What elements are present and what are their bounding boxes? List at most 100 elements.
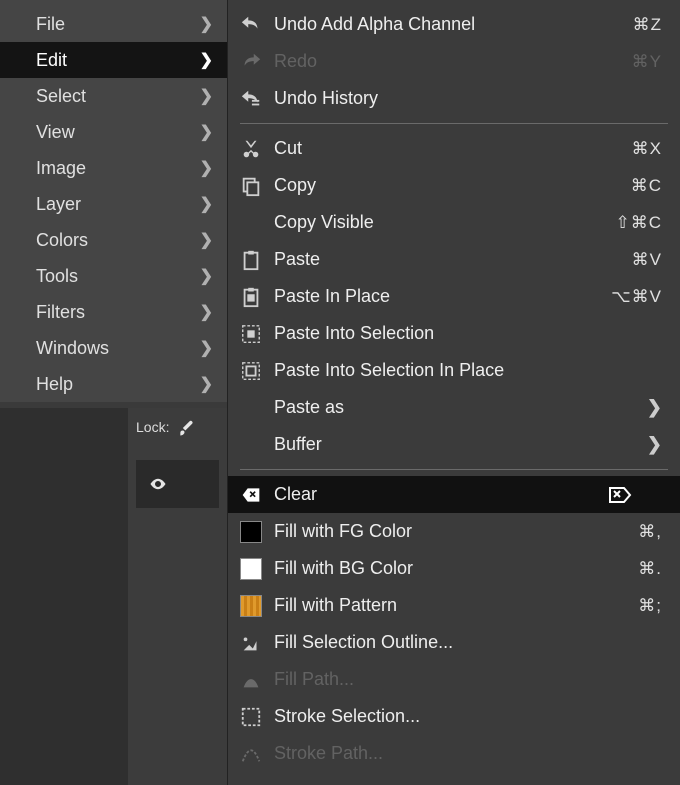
menu-select[interactable]: Select ❯ xyxy=(0,78,227,114)
submenu-paste-in-place[interactable]: Paste In Place ⌥⌘V xyxy=(228,278,680,315)
layers-panel: Lock: xyxy=(128,408,227,785)
undo-history-icon xyxy=(238,86,264,112)
submenu-fill-fg[interactable]: Fill with FG Color ⌘, xyxy=(228,513,680,550)
lock-row: Lock: xyxy=(136,414,219,440)
submenu-stroke-selection[interactable]: Stroke Selection... xyxy=(228,698,680,735)
clear-icon xyxy=(238,482,264,508)
submenu-label: Redo xyxy=(274,51,598,72)
shortcut: ⌘V xyxy=(608,250,662,270)
shortcut: ⇧⌘C xyxy=(608,213,662,233)
menu-layer[interactable]: Layer ❯ xyxy=(0,186,227,222)
submenu-label: Fill with FG Color xyxy=(274,521,598,542)
under-menubar: Lock: xyxy=(0,408,227,785)
submenu-label: Buffer xyxy=(274,434,637,455)
shortcut xyxy=(608,486,662,504)
submenu-label: Paste Into Selection xyxy=(274,323,598,344)
submenu-redo[interactable]: Redo ⌘Y xyxy=(228,43,680,80)
submenu-label: Clear xyxy=(274,484,598,505)
paste-into-selection-in-place-icon xyxy=(238,358,264,384)
submenu-label: Copy Visible xyxy=(274,212,598,233)
submenu-fill-selection-outline[interactable]: Fill Selection Outline... xyxy=(228,624,680,661)
chevron-right-icon: ❯ xyxy=(200,230,213,250)
chevron-right-icon: ❯ xyxy=(200,338,213,358)
tool-strip xyxy=(0,408,128,785)
separator xyxy=(240,469,668,470)
submenu-clear[interactable]: Clear xyxy=(228,476,680,513)
copy-icon xyxy=(238,173,264,199)
submenu-fill-bg[interactable]: Fill with BG Color ⌘. xyxy=(228,550,680,587)
shortcut: ⌘Z xyxy=(608,15,662,35)
chevron-right-icon: ❯ xyxy=(200,122,213,142)
menu-file[interactable]: File ❯ xyxy=(0,6,227,42)
separator xyxy=(240,123,668,124)
paste-icon xyxy=(238,247,264,273)
submenu-label: Paste xyxy=(274,249,598,270)
menu-colors[interactable]: Colors ❯ xyxy=(0,222,227,258)
edit-submenu: Undo Add Alpha Channel ⌘Z Redo ⌘Y Undo H… xyxy=(227,0,680,785)
menu-edit[interactable]: Edit ❯ xyxy=(0,42,227,78)
layer-row[interactable] xyxy=(136,460,219,508)
chevron-right-icon: ❯ xyxy=(200,50,213,70)
submenu-label: Stroke Selection... xyxy=(274,706,598,727)
menu-label: Filters xyxy=(36,302,85,323)
shortcut: ⌘X xyxy=(608,139,662,159)
brush-icon[interactable] xyxy=(177,418,197,436)
stroke-path-icon xyxy=(238,741,264,767)
cut-icon xyxy=(238,136,264,162)
menu-label: Windows xyxy=(36,338,109,359)
menubar: File ❯ Edit ❯ Select ❯ View ❯ Image ❯ La… xyxy=(0,0,227,402)
submenu-label: Undo History xyxy=(274,88,598,109)
chevron-right-icon: ❯ xyxy=(200,158,213,178)
app-root: File ❯ Edit ❯ Select ❯ View ❯ Image ❯ La… xyxy=(0,0,680,785)
shortcut: ⌘, xyxy=(608,522,662,542)
chevron-right-icon: ❯ xyxy=(200,86,213,106)
paste-into-selection-icon xyxy=(238,321,264,347)
fg-swatch-icon xyxy=(238,519,264,545)
submenu-stroke-path[interactable]: Stroke Path... xyxy=(228,735,680,772)
menu-view[interactable]: View ❯ xyxy=(0,114,227,150)
submenu-copy[interactable]: Copy ⌘C xyxy=(228,167,680,204)
submenu-paste[interactable]: Paste ⌘V xyxy=(228,241,680,278)
shortcut: ⌥⌘V xyxy=(608,287,662,307)
paste-in-place-icon xyxy=(238,284,264,310)
submenu-cut[interactable]: Cut ⌘X xyxy=(228,130,680,167)
submenu-label: Cut xyxy=(274,138,598,159)
submenu-label: Fill with BG Color xyxy=(274,558,598,579)
submenu-undo-history[interactable]: Undo History xyxy=(228,80,680,117)
pattern-swatch-icon xyxy=(238,593,264,619)
chevron-right-icon: ❯ xyxy=(200,266,213,286)
submenu-paste-into-selection-in-place[interactable]: Paste Into Selection In Place xyxy=(228,352,680,389)
blank-icon xyxy=(238,432,264,458)
submenu-label: Fill Selection Outline... xyxy=(274,632,598,653)
submenu-copy-visible[interactable]: Copy Visible ⇧⌘C xyxy=(228,204,680,241)
eye-icon[interactable] xyxy=(146,475,170,493)
menu-windows[interactable]: Windows ❯ xyxy=(0,330,227,366)
menu-tools[interactable]: Tools ❯ xyxy=(0,258,227,294)
fill-selection-outline-icon xyxy=(238,630,264,656)
submenu-label: Paste Into Selection In Place xyxy=(274,360,598,381)
chevron-right-icon: ❯ xyxy=(200,302,213,322)
chevron-right-icon: ❯ xyxy=(200,194,213,214)
submenu-undo[interactable]: Undo Add Alpha Channel ⌘Z xyxy=(228,6,680,43)
submenu-label: Stroke Path... xyxy=(274,743,598,764)
shortcut: ⌘Y xyxy=(608,52,662,72)
shortcut: ⌘. xyxy=(608,559,662,579)
submenu-paste-into-selection[interactable]: Paste Into Selection xyxy=(228,315,680,352)
submenu-label: Fill with Pattern xyxy=(274,595,598,616)
submenu-fill-path[interactable]: Fill Path... xyxy=(228,661,680,698)
submenu-fill-pattern[interactable]: Fill with Pattern ⌘; xyxy=(228,587,680,624)
submenu-buffer[interactable]: Buffer ❯ xyxy=(228,426,680,463)
stroke-selection-icon xyxy=(238,704,264,730)
menu-image[interactable]: Image ❯ xyxy=(0,150,227,186)
menu-label: File xyxy=(36,14,65,35)
menu-label: Layer xyxy=(36,194,81,215)
submenu-paste-as[interactable]: Paste as ❯ xyxy=(228,389,680,426)
menu-label: Select xyxy=(36,86,86,107)
menu-filters[interactable]: Filters ❯ xyxy=(0,294,227,330)
submenu-label: Copy xyxy=(274,175,598,196)
chevron-right-icon: ❯ xyxy=(200,374,213,394)
menu-help[interactable]: Help ❯ xyxy=(0,366,227,402)
chevron-right-icon: ❯ xyxy=(647,434,662,455)
menu-label: Tools xyxy=(36,266,78,287)
chevron-right-icon: ❯ xyxy=(200,14,213,34)
